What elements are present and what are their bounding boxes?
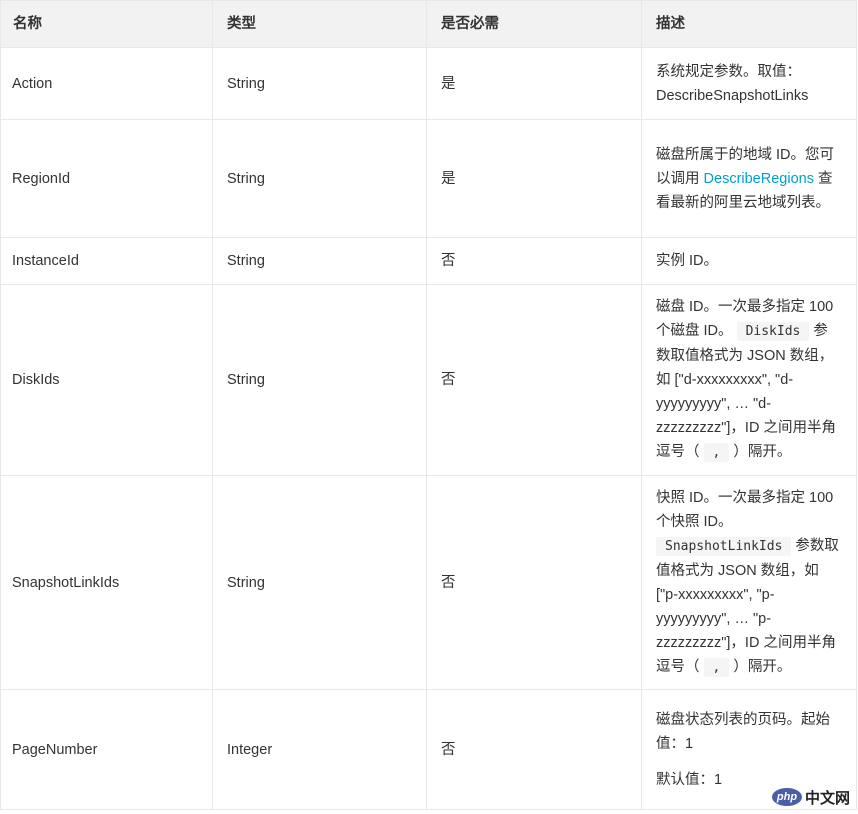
description-paragraph: 快照 ID。一次最多指定 100 个快照 ID。 SnapshotLinkIds…: [656, 486, 842, 680]
param-type: String: [212, 119, 427, 238]
table-row: DiskIds String 否磁盘 ID。一次最多指定 100 个磁盘 ID。 D…: [0, 284, 857, 476]
description-paragraph: 实例 ID。: [656, 249, 842, 273]
param-description: 实例 ID。: [641, 237, 857, 285]
description-text: 默认值：1: [656, 771, 723, 788]
param-type: String: [212, 475, 427, 690]
param-name: SnapshotLinkIds: [0, 475, 213, 690]
table-row: SnapshotLinkIds String 否快照 ID。一次最多指定 100 个…: [0, 475, 857, 690]
table-row: PageNumber Integer 否磁盘状态列表的页码。起始值：1 默认值：1: [0, 689, 857, 810]
param-required: 否: [426, 237, 642, 285]
description-paragraph: 磁盘状态列表的页码。起始值：1: [656, 708, 842, 756]
inline-code: ,: [703, 443, 730, 462]
description-text: 实例 ID。: [656, 253, 719, 269]
param-name: RegionId: [0, 119, 213, 238]
param-description: 磁盘所属于的地域 ID。您可以调用 DescribeRegions 查看最新的阿…: [641, 119, 857, 238]
param-type: String: [212, 47, 427, 120]
param-description: 系统规定参数。取值：DescribeSnapshotLinks: [641, 47, 857, 120]
param-name: DiskIds: [0, 284, 213, 476]
param-required: 否: [426, 475, 642, 690]
param-name: InstanceId: [0, 237, 213, 285]
param-required: 否: [426, 284, 642, 476]
description-paragraph: 磁盘所属于的地域 ID。您可以调用 DescribeRegions 查看最新的阿…: [656, 143, 842, 215]
param-name: Action: [0, 47, 213, 120]
site-watermark: php 中文网: [771, 786, 850, 808]
param-type: String: [212, 284, 427, 476]
description-text: 参数取值格式为 JSON 数组，如 ["p-xxxxxxxxx", "p-yyy…: [656, 537, 839, 675]
description-text: 系统规定参数。取值：DescribeSnapshotLinks: [656, 63, 809, 104]
param-required: 否: [426, 689, 642, 810]
param-description: 快照 ID。一次最多指定 100 个快照 ID。 SnapshotLinkIds…: [641, 475, 857, 690]
param-description: 磁盘 ID。一次最多指定 100 个磁盘 ID。 DiskIds 参数取值格式为…: [641, 284, 857, 476]
table-body: Action String 是系统规定参数。取值：DescribeSnapshotL…: [0, 47, 857, 810]
header-name: 名称: [0, 0, 213, 48]
header-row: 名称 类型 是否必需 描述: [0, 0, 857, 48]
header-description: 描述: [641, 0, 857, 48]
param-type: Integer: [212, 689, 427, 810]
header-required: 是否必需: [426, 0, 642, 48]
description-text: ）隔开。: [729, 444, 792, 460]
parameters-table: 名称 类型 是否必需 描述 Action String 是系统规定参数。取值：Des…: [0, 0, 857, 810]
table-header: 名称 类型 是否必需 描述: [0, 0, 857, 48]
description-text: 参数取值格式为 JSON 数组，如 ["d-xxxxxxxxx", "d-yyy…: [656, 323, 836, 460]
php-logo-icon: php: [771, 788, 802, 806]
param-type: String: [212, 237, 427, 285]
describe-regions-link[interactable]: DescribeRegions: [704, 171, 814, 187]
description-paragraph: 系统规定参数。取值：DescribeSnapshotLinks: [656, 60, 842, 108]
table-row: Action String 是系统规定参数。取值：DescribeSnapshotL…: [0, 47, 857, 120]
description-text: 磁盘状态列表的页码。起始值：1: [656, 711, 830, 752]
param-required: 是: [426, 119, 642, 238]
inline-code: SnapshotLinkIds: [656, 536, 792, 556]
watermark-text: 中文网: [804, 789, 850, 807]
param-required: 是: [426, 47, 642, 120]
inline-code: DiskIds: [736, 322, 810, 341]
description-text: ）隔开。: [729, 658, 792, 675]
param-name: PageNumber: [0, 689, 213, 810]
description-paragraph: 磁盘 ID。一次最多指定 100 个磁盘 ID。 DiskIds 参数取值格式为…: [656, 295, 842, 465]
table-row: InstanceId String 否实例 ID。: [0, 237, 857, 285]
inline-code: ,: [703, 657, 730, 677]
description-text: 快照 ID。一次最多指定 100 个快照 ID。: [656, 489, 834, 530]
table-row: RegionId String 是磁盘所属于的地域 ID。您可以调用 Describ…: [0, 119, 857, 238]
header-type: 类型: [212, 0, 427, 48]
